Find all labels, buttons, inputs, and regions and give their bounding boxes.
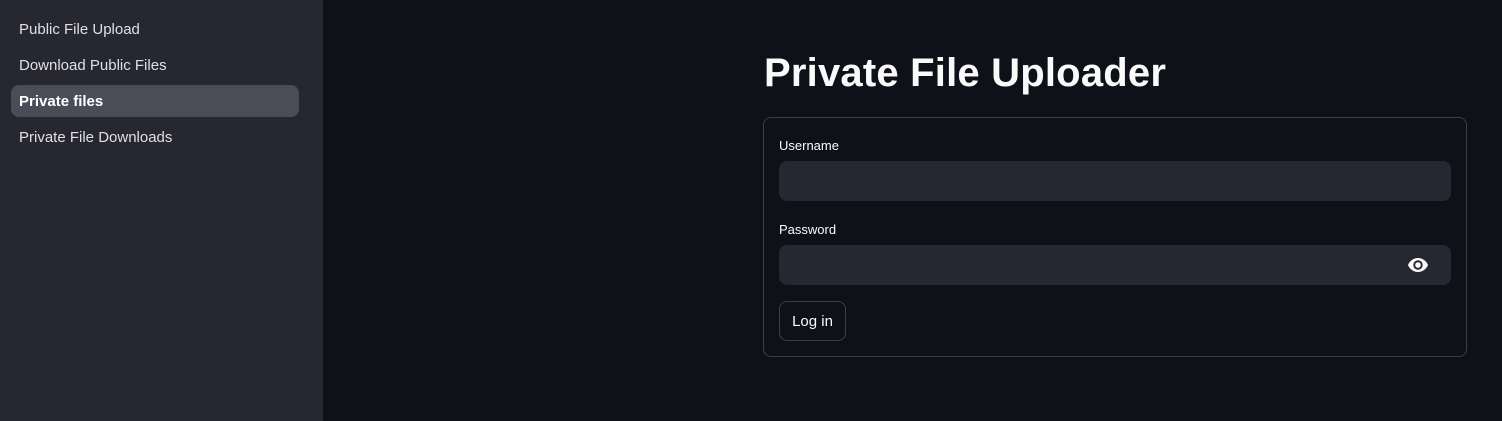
login-button[interactable]: Log in <box>779 301 846 341</box>
sidebar-item-private-files[interactable]: Private files <box>11 85 299 117</box>
login-form: Username Password Log in <box>763 117 1467 357</box>
main-content: Private File Uploader Username Password … <box>323 0 1502 421</box>
sidebar-item-private-file-downloads[interactable]: Private File Downloads <box>11 121 299 153</box>
password-label: Password <box>779 222 837 237</box>
sidebar-item-label: Private File Downloads <box>19 128 173 146</box>
sidebar-item-download-public-files[interactable]: Download Public Files <box>11 49 299 81</box>
sidebar-item-label: Private files <box>19 92 104 110</box>
password-input[interactable] <box>779 245 1451 285</box>
sidebar-item-label: Public File Upload <box>19 20 140 38</box>
username-input[interactable] <box>779 161 1451 201</box>
sidebar-item-public-file-upload[interactable]: Public File Upload <box>11 13 299 45</box>
eye-icon[interactable] <box>1406 254 1430 276</box>
sidebar: Public File Upload Download Public Files… <box>0 0 323 421</box>
username-label: Username <box>779 138 839 153</box>
page-title: Private File Uploader <box>764 51 1167 95</box>
app: Public File Upload Download Public Files… <box>0 0 1502 421</box>
sidebar-item-label: Download Public Files <box>19 56 167 74</box>
